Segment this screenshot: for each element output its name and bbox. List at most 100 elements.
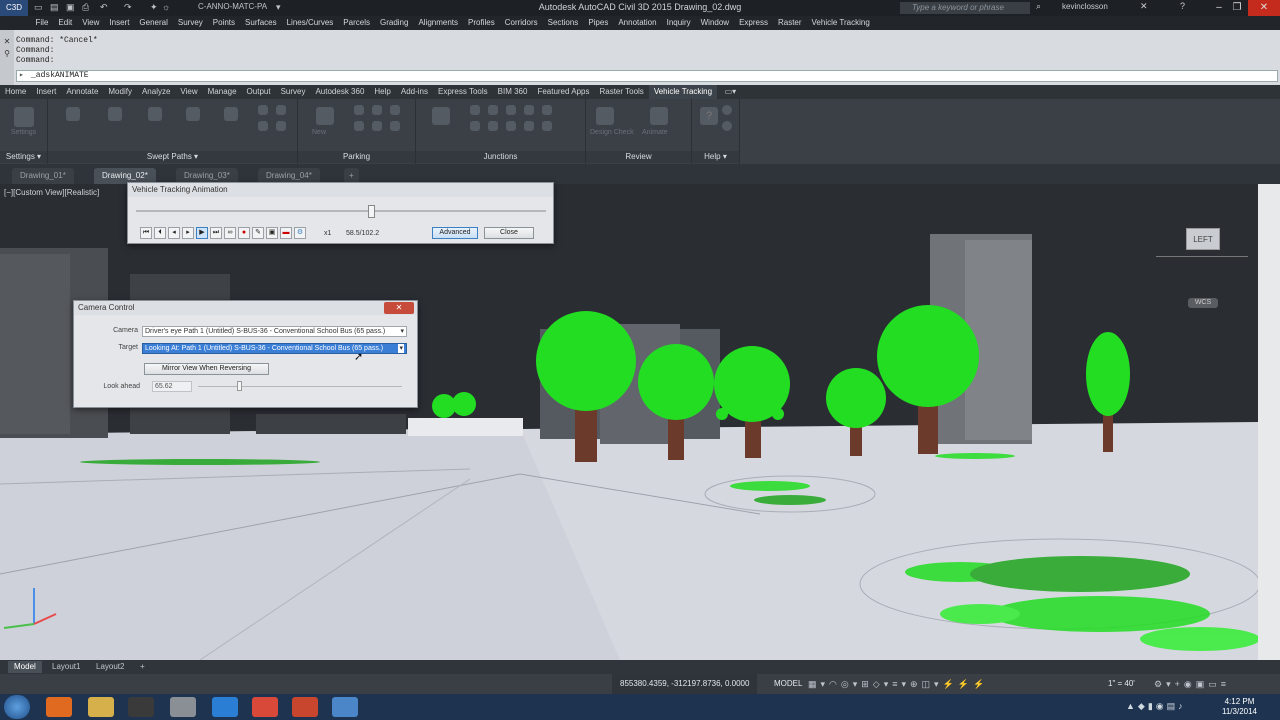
add-layout-button[interactable]: +: [134, 661, 151, 673]
ribbon-tab[interactable]: Raster Tools: [594, 85, 648, 99]
wcs-menu[interactable]: WCS: [1188, 298, 1218, 308]
step-back-icon[interactable]: ⏴: [154, 227, 166, 239]
search-input[interactable]: Type a keyword or phrase: [900, 2, 1030, 14]
pencil-icon[interactable]: ✎: [252, 227, 264, 239]
swept-path-icon[interactable]: [66, 107, 80, 121]
look-ahead-slider-thumb[interactable]: [236, 381, 242, 391]
small-tool-icon[interactable]: [506, 121, 516, 131]
small-tool-icon[interactable]: [488, 105, 498, 115]
info-icon[interactable]: [722, 121, 732, 131]
mirror-view-button[interactable]: Mirror View When Reversing: [144, 363, 269, 375]
chrome-icon[interactable]: [252, 697, 278, 717]
menu-item[interactable]: Alignments: [413, 16, 463, 30]
small-tool-icon[interactable]: [372, 105, 382, 115]
ribbon-tab[interactable]: Insert: [31, 85, 61, 99]
command-input[interactable]: ▸ _adskANIMATE: [16, 70, 1278, 82]
swept-path-icon[interactable]: [224, 107, 238, 121]
small-tool-icon[interactable]: [542, 121, 552, 131]
camera-select[interactable]: Driver's eye Path 1 (Untitled) S-BUS-36 …: [142, 326, 407, 337]
viewport-controls-label[interactable]: [−][Custom View][Realistic]: [4, 188, 99, 197]
look-ahead-input[interactable]: 65.62: [152, 381, 192, 392]
ribbon-tab-active[interactable]: Vehicle Tracking: [648, 85, 718, 99]
coordinates-readout[interactable]: 855380.4359, -312197.8736, 0.0000: [612, 674, 758, 694]
drawing-viewport[interactable]: [−][Custom View][Realistic] LEFT WCS: [0, 184, 1258, 660]
user-name[interactable]: kevinclosson: [1062, 2, 1108, 11]
ribbon-tab[interactable]: Modify: [103, 85, 137, 99]
menu-item[interactable]: Window: [696, 16, 734, 30]
ribbon-tab[interactable]: BIM 360: [493, 85, 533, 99]
ribbon-tab[interactable]: Add-ins: [396, 85, 433, 99]
annotation-scale[interactable]: 1" = 40': [1108, 674, 1135, 694]
ribbon-tab[interactable]: Home: [0, 85, 31, 99]
ribbon-tab[interactable]: Analyze: [137, 85, 175, 99]
small-tool-icon[interactable]: [276, 121, 286, 131]
model-space-button[interactable]: MODEL: [768, 674, 808, 694]
small-tool-icon[interactable]: [524, 121, 534, 131]
look-ahead-slider[interactable]: [198, 386, 402, 387]
viewcube[interactable]: LEFT: [1186, 228, 1220, 250]
play-back-icon[interactable]: ◂: [168, 227, 180, 239]
new-parking-icon[interactable]: [316, 107, 334, 125]
play-forward-icon[interactable]: ▸: [182, 227, 194, 239]
minimize-button[interactable]: –: [1210, 0, 1228, 16]
target-select[interactable]: Looking At: Path 1 (Untitled) S-BUS-36 -…: [142, 343, 407, 354]
menu-item[interactable]: Vehicle Tracking: [807, 16, 875, 30]
first-frame-icon[interactable]: ⏮: [140, 227, 152, 239]
settings-icon[interactable]: [14, 107, 34, 127]
menu-item[interactable]: Profiles: [463, 16, 500, 30]
small-tool-icon[interactable]: [258, 121, 268, 131]
swept-paths-panel-label[interactable]: Swept Paths ▾: [48, 151, 297, 163]
menu-item[interactable]: Inquiry: [662, 16, 696, 30]
design-check-icon[interactable]: [596, 107, 614, 125]
ribbon-tab[interactable]: Autodesk 360: [310, 85, 369, 99]
small-tool-icon[interactable]: [390, 121, 400, 131]
swept-path-icon[interactable]: [108, 107, 122, 121]
small-tool-icon[interactable]: [470, 105, 480, 115]
small-tool-icon[interactable]: [524, 105, 534, 115]
ribbon-tab[interactable]: View: [175, 85, 202, 99]
menu-item[interactable]: View: [77, 16, 104, 30]
powerpoint-icon[interactable]: [292, 697, 318, 717]
command-window-handle[interactable]: ✕ ⚲: [0, 30, 14, 85]
autocad-icon[interactable]: [332, 697, 358, 717]
document-tab[interactable]: Drawing_01*: [12, 168, 74, 184]
menu-item[interactable]: Annotation: [613, 16, 661, 30]
animate-icon[interactable]: [650, 107, 668, 125]
close-window-button[interactable]: ✕: [1248, 0, 1280, 16]
small-tool-icon[interactable]: [542, 105, 552, 115]
flag-icon[interactable]: ▬: [280, 227, 292, 239]
menu-item[interactable]: Points: [208, 16, 240, 30]
layout-tab[interactable]: Layout1: [46, 661, 86, 673]
settings-tool-icon[interactable]: ⚙: [294, 227, 306, 239]
snipping-tool-icon[interactable]: [170, 697, 196, 717]
last-frame-icon[interactable]: ⏭: [210, 227, 222, 239]
ribbon-minimize-icon[interactable]: ▭▾: [720, 85, 742, 99]
small-tool-icon[interactable]: [372, 121, 382, 131]
ribbon-tab[interactable]: Manage: [203, 85, 242, 99]
help-icon[interactable]: ?: [700, 107, 718, 125]
ribbon-tab[interactable]: Output: [242, 85, 276, 99]
dialog-title[interactable]: Vehicle Tracking Animation: [128, 183, 553, 197]
parking-panel-label[interactable]: Parking: [298, 151, 415, 163]
swept-path-icon[interactable]: [186, 107, 200, 121]
exchange-icon[interactable]: ✕: [1140, 1, 1148, 12]
settings-panel-label[interactable]: Settings ▾: [0, 151, 47, 163]
menu-item[interactable]: File: [31, 16, 54, 30]
menu-item[interactable]: Insert: [104, 16, 134, 30]
menu-item[interactable]: Survey: [173, 16, 208, 30]
help-panel-label[interactable]: Help ▾: [692, 151, 739, 163]
menu-item[interactable]: General: [134, 16, 172, 30]
outlook-icon[interactable]: [46, 697, 72, 717]
help-icon[interactable]: ?: [1180, 1, 1185, 11]
close-icon[interactable]: ✕: [384, 302, 414, 314]
junctions-panel-label[interactable]: Junctions: [416, 151, 585, 163]
viewcube-compass[interactable]: [1156, 256, 1248, 260]
menu-item[interactable]: Corridors: [500, 16, 543, 30]
small-tool-icon[interactable]: [258, 105, 268, 115]
ribbon-tab[interactable]: Express Tools: [433, 85, 493, 99]
menu-item[interactable]: Lines/Curves: [282, 16, 339, 30]
layout-tab[interactable]: Layout2: [90, 661, 130, 673]
menu-item[interactable]: Express: [734, 16, 773, 30]
menu-item[interactable]: Surfaces: [240, 16, 282, 30]
small-tool-icon[interactable]: [276, 105, 286, 115]
